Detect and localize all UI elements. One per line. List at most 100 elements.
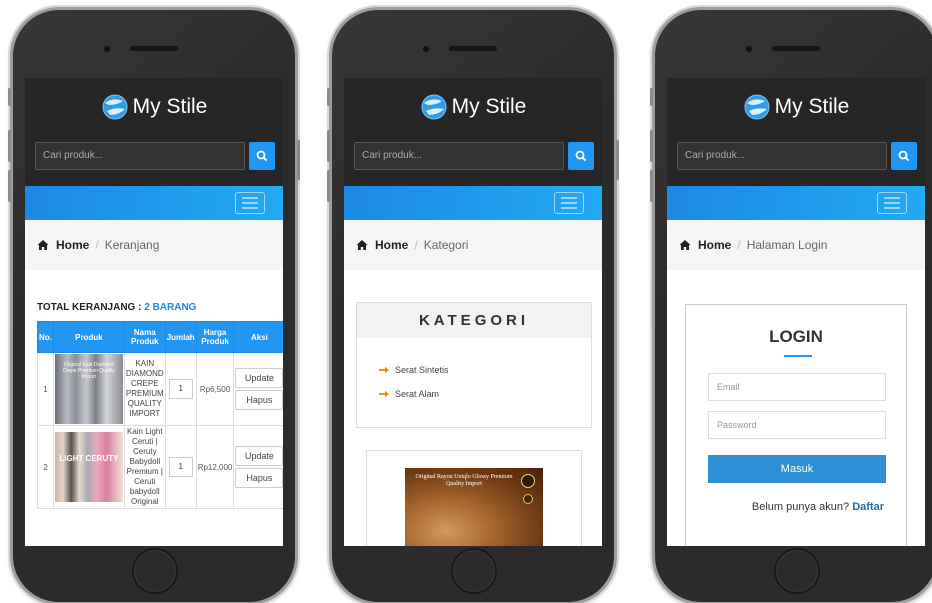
product-image-caption: Original Rayon Uniqlo Glossy Premium Qua… — [415, 474, 513, 487]
search-input[interactable]: Cari produk... — [354, 142, 564, 170]
breadcrumb-home-link[interactable]: Home — [56, 238, 89, 252]
quantity-input[interactable]: 1 — [168, 457, 193, 477]
product-image-caption: Original Kain Diamond Crepe Premium Qual… — [62, 362, 115, 380]
update-button[interactable]: Update — [235, 446, 283, 466]
breadcrumb: Home / Keranjang — [25, 220, 283, 270]
product-image-cell: Original Kain Diamond Crepe Premium Qual… — [52, 352, 125, 426]
column-header: Aksi — [233, 321, 283, 353]
search-bar: Cari produk... — [354, 142, 594, 170]
search-button[interactable] — [249, 142, 275, 170]
product-price: Rp6,500 — [195, 352, 235, 426]
screen-kategori: My Stile Cari produk... Home / Kategori — [344, 78, 602, 546]
search-bar: Cari produk... — [677, 142, 917, 170]
cart-total: TOTAL KERANJANG : 2 BARANG — [37, 302, 196, 313]
product-image[interactable]: LIGHT CERUTY — [54, 432, 123, 502]
product-image-cell: LIGHT CERUTY — [52, 425, 125, 509]
action-cell: Update Hapus — [233, 425, 283, 509]
phone-kategori: My Stile Cari produk... Home / Kategori — [332, 10, 614, 602]
product-image[interactable]: Original Kain Diamond Crepe Premium Qual… — [54, 354, 123, 424]
cart-total-count: 2 BARANG — [144, 302, 197, 313]
mute-switch — [650, 88, 653, 106]
badge-icon — [523, 494, 533, 504]
screen-cart: My Stile Cari produk... Home / Keranjang — [25, 78, 283, 546]
delete-button[interactable]: Hapus — [235, 468, 283, 488]
login-submit-button[interactable]: Masuk — [708, 455, 886, 483]
speaker-grille — [130, 46, 178, 51]
category-label: Serat Alam — [395, 389, 440, 399]
column-header: Nama Produk — [123, 321, 166, 353]
phone-login: My Stile Cari produk... Home / Halaman L… — [655, 10, 932, 602]
menu-toggle-button[interactable] — [235, 192, 265, 214]
home-icon — [679, 240, 691, 250]
arrow-right-icon — [379, 390, 389, 398]
quality-seal-icon — [521, 474, 535, 488]
search-icon — [575, 150, 587, 162]
home-icon — [37, 240, 49, 250]
breadcrumb-separator: / — [95, 238, 99, 252]
password-field[interactable]: Password — [708, 411, 886, 439]
phone-home-button[interactable] — [774, 548, 820, 594]
search-button[interactable] — [568, 142, 594, 170]
breadcrumb: Home / Halaman Login — [667, 220, 925, 270]
register-link[interactable]: Daftar — [852, 501, 884, 513]
product-name: KAIN DIAMOND CREPE PREMIUM QUALITY IMPOR… — [123, 352, 166, 426]
app-header: My Stile Cari produk... — [344, 78, 602, 186]
email-field[interactable]: Email — [708, 373, 886, 401]
cart-total-label: TOTAL KERANJANG : — [37, 302, 142, 313]
brand-name: My Stile — [132, 95, 208, 118]
globe-logo-icon — [744, 94, 770, 120]
category-item[interactable]: Serat Sintetis — [379, 358, 591, 382]
quantity-input[interactable]: 1 — [168, 379, 193, 399]
home-icon — [356, 240, 368, 250]
phone-home-button[interactable] — [132, 548, 178, 594]
brand[interactable]: My Stile — [667, 93, 925, 121]
login-form: LOGIN Email Password Masuk Belum punya a… — [685, 304, 907, 546]
qty-cell: 1 — [164, 425, 197, 509]
brand[interactable]: My Stile — [25, 93, 283, 121]
search-button[interactable] — [891, 142, 917, 170]
delete-button[interactable]: Hapus — [235, 390, 283, 410]
qty-cell: 1 — [164, 352, 197, 426]
navbar — [25, 186, 283, 220]
search-bar: Cari produk... — [35, 142, 275, 170]
row-number: 2 — [37, 425, 54, 509]
product-image-caption: LIGHT CERUTY — [59, 454, 119, 463]
breadcrumb-separator: / — [414, 238, 418, 252]
breadcrumb-home-link[interactable]: Home — [375, 238, 408, 252]
category-title: KATEGORI — [357, 303, 591, 338]
table-row: 1 Original Kain Diamond Crepe Premium Qu… — [37, 352, 283, 426]
brand[interactable]: My Stile — [344, 93, 602, 121]
globe-logo-icon — [102, 94, 128, 120]
mute-switch — [327, 88, 330, 106]
action-cell: Update Hapus — [233, 352, 283, 426]
globe-logo-icon — [421, 94, 447, 120]
phone-home-button[interactable] — [451, 548, 497, 594]
breadcrumb-home-link[interactable]: Home — [698, 238, 731, 252]
category-item[interactable]: Serat Alam — [379, 382, 591, 406]
mute-switch — [8, 88, 11, 106]
category-panel: KATEGORI Serat Sintetis Serat Alam — [356, 302, 592, 428]
title-underline — [784, 355, 812, 357]
volume-up-button — [8, 130, 11, 162]
breadcrumb: Home / Kategori — [344, 220, 602, 270]
volume-down-button — [8, 170, 11, 202]
table-header-row: No. Produk Nama Produk Jumlah Harga Prod… — [37, 321, 283, 353]
breadcrumb-current: Halaman Login — [746, 238, 828, 252]
menu-toggle-button[interactable] — [877, 192, 907, 214]
row-number: 1 — [37, 352, 54, 426]
product-card[interactable]: Original Rayon Uniqlo Glossy Premium Qua… — [366, 450, 582, 546]
login-title: LOGIN — [769, 327, 823, 346]
search-icon — [256, 150, 268, 162]
update-button[interactable]: Update — [235, 368, 283, 388]
volume-down-button — [327, 170, 330, 202]
brand-name: My Stile — [451, 95, 527, 118]
search-input[interactable]: Cari produk... — [677, 142, 887, 170]
menu-toggle-button[interactable] — [554, 192, 584, 214]
stage: My Stile Cari produk... Home / Keranjang — [0, 0, 932, 603]
cart-table: No. Produk Nama Produk Jumlah Harga Prod… — [37, 321, 283, 509]
product-name: Kain Light Ceruti | Ceruty Babydoll Prem… — [123, 425, 166, 509]
camera-dot — [423, 46, 429, 52]
arrow-right-icon — [379, 366, 389, 374]
speaker-grille — [772, 46, 820, 51]
search-input[interactable]: Cari produk... — [35, 142, 245, 170]
